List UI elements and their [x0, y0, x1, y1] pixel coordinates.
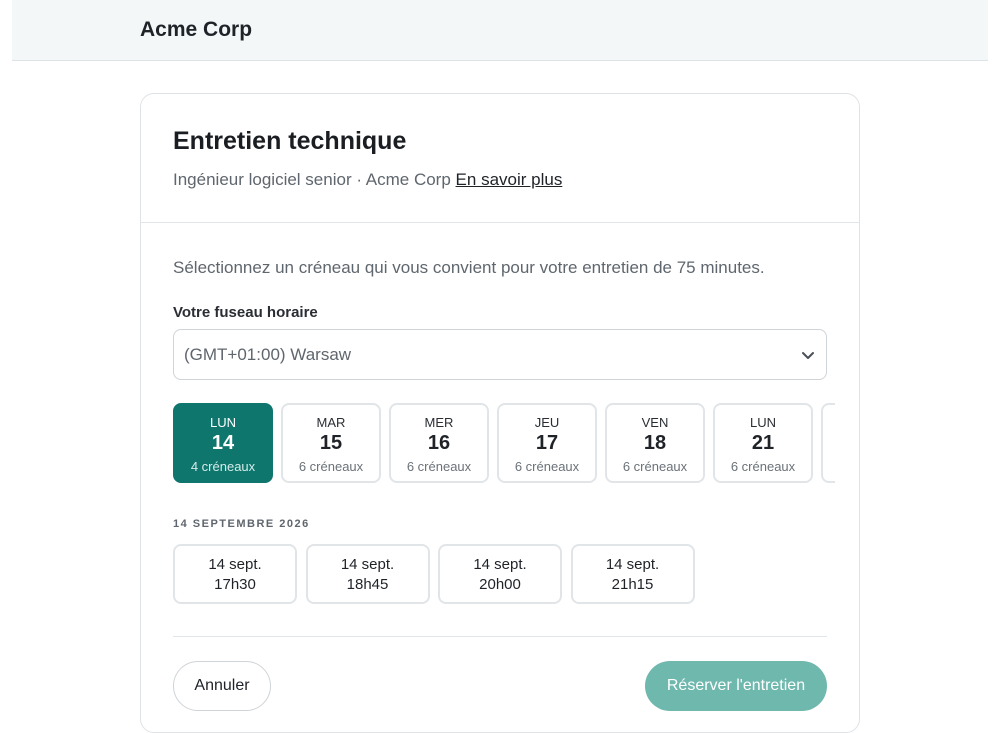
day-of-week: MAR	[316, 415, 346, 430]
job-subtitle-text: Ingénieur logiciel senior · Acme Corp	[173, 170, 451, 189]
day-number: 14	[211, 432, 235, 454]
time-slot-button[interactable]: 14 sept. 21h15	[570, 544, 695, 604]
time-slot-button[interactable]: 14 sept. 17h30	[173, 544, 297, 604]
time-slot-button[interactable]: 14 sept. 20h00	[438, 544, 562, 604]
time-slot-date: 14 sept.	[340, 556, 395, 573]
day-number: 21	[751, 432, 775, 454]
day-option[interactable]	[821, 403, 835, 483]
day-option[interactable]: JEU 17 6 créneaux	[497, 403, 597, 483]
time-slot-date: 14 sept.	[473, 556, 527, 573]
day-of-week: VEN	[641, 415, 669, 430]
time-slot-time: 17h30	[214, 576, 256, 593]
day-option[interactable]: LUN 14 4 créneaux	[173, 403, 273, 483]
job-subtitle: Ingénieur logiciel senior · Acme Corp En…	[173, 170, 562, 190]
day-of-week: LUN	[749, 415, 776, 430]
page-title: Entretien technique	[173, 127, 407, 155]
slot-count: 6 créneaux	[514, 459, 580, 474]
day-picker: LUN 14 4 créneaux MAR 15 6 créneaux MER 16 6 cré…	[173, 403, 835, 485]
day-option[interactable]: MER 16 6 créneaux	[389, 403, 489, 483]
day-number: 18	[643, 432, 667, 454]
cancel-button[interactable]: Annuler	[173, 661, 271, 711]
time-slot-button[interactable]: 14 sept. 18h45	[305, 544, 430, 604]
learn-more-link[interactable]: En savoir plus	[456, 170, 563, 189]
day-option[interactable]: VEN 18 6 créneaux	[605, 403, 705, 483]
day-option[interactable]: MAR 15 6 créneaux	[281, 403, 381, 483]
slot-count: 6 créneaux	[298, 459, 364, 474]
time-slot-time: 18h45	[346, 576, 389, 593]
day-of-week: LUN	[209, 415, 236, 430]
day-number: 15	[319, 432, 343, 454]
card-header: Entretien technique Ingénieur logiciel s…	[141, 94, 859, 223]
chevron-down-icon	[802, 352, 814, 359]
day-number: 16	[427, 432, 451, 454]
day-number: 17	[535, 432, 559, 454]
timezone-label: Votre fuseau horaire	[173, 304, 318, 321]
slot-count: 6 créneaux	[406, 459, 472, 474]
day-option[interactable]: LUN 21 6 créneaux	[713, 403, 813, 483]
time-slot-date: 14 sept.	[605, 556, 660, 573]
slot-count: 6 créneaux	[622, 459, 688, 474]
intro-text: Sélectionnez un créneau qui vous convien…	[173, 258, 765, 277]
time-slot-time: 20h00	[479, 576, 521, 593]
top-bar: Acme Corp	[12, 0, 988, 61]
timezone-value: (GMT+01:00) Warsaw	[184, 345, 352, 364]
timezone-select[interactable]: (GMT+01:00) Warsaw	[173, 329, 827, 380]
booking-card: Entretien technique Ingénieur logiciel s…	[140, 93, 860, 733]
brand-name: Acme Corp	[140, 18, 253, 41]
book-interview-button[interactable]: Réserver l'entretien	[645, 661, 827, 711]
day-of-week: MER	[424, 415, 454, 430]
selected-date-heading: 14 SEPTEMBRE 2026	[173, 518, 310, 530]
slot-count: 4 créneaux	[190, 459, 256, 474]
day-of-week: JEU	[534, 415, 560, 430]
time-slot-date: 14 sept.	[208, 556, 262, 573]
slot-count: 6 créneaux	[730, 459, 796, 474]
time-slot-time: 21h15	[611, 576, 654, 593]
divider	[173, 636, 827, 637]
time-slot-list: 14 sept. 17h30 14 sept. 18h45 14 sept. 20h00 1…	[173, 544, 827, 606]
